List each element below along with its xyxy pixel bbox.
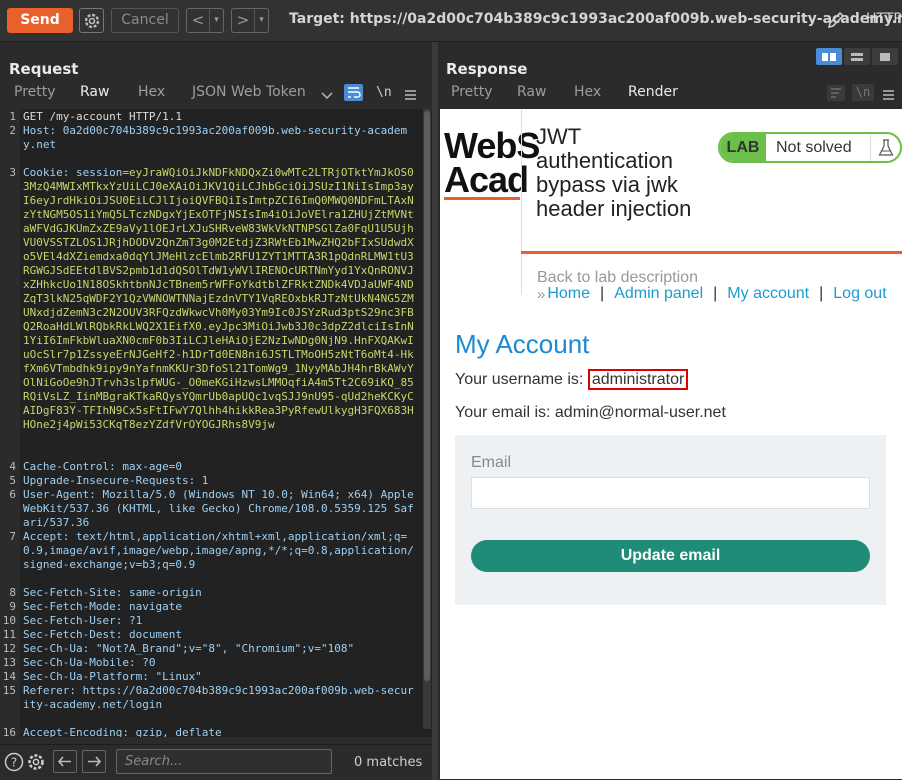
target-label: Target: https://0a2d00c704b389c9c1993ac2…	[289, 11, 902, 27]
settings-gear-icon[interactable]	[26, 752, 46, 776]
newline-toggle[interactable]: \n	[852, 84, 874, 101]
send-button[interactable]: Send	[7, 8, 73, 33]
editor-line: 5 Upgrade-Insecure-Requests: 1	[9, 474, 209, 487]
editor-line: 2 Host: 0a2d00c704b389c9c1993ac200af009b.…	[9, 124, 408, 151]
nav-admin-panel-link[interactable]: Admin panel	[614, 285, 703, 303]
lab-header: WebS Acad JWT authentication bypass via …	[440, 109, 902, 295]
edit-pencil-icon[interactable]	[826, 10, 846, 34]
editor-line: 7 Accept: text/html,application/xhtml+xml…	[9, 530, 414, 571]
editor-line: 9 Sec-Fetch-Mode: navigate	[9, 600, 182, 613]
nav-separator: |	[600, 285, 605, 302]
email-field[interactable]	[471, 477, 870, 509]
editor-line: 6 User-Agent: Mozilla/5.0 (Windows NT 10.…	[9, 488, 414, 529]
header-separator	[521, 109, 522, 295]
editor-line-cookie: 3 Cookie: session=eyJraWQiOiJkNDFkNDQxZi0…	[9, 166, 414, 431]
split-vertical-icon[interactable]	[844, 48, 870, 65]
logo-underline	[444, 197, 520, 200]
tab-hex[interactable]: Hex	[138, 84, 192, 106]
match-count: 0 matches	[354, 755, 423, 770]
editor-line: 16 Accept-Encoding: gzip, deflate	[2, 726, 222, 737]
forward-button[interactable]: >	[232, 9, 254, 32]
svg-text:?: ?	[11, 756, 17, 770]
editor-line: 12 Sec-Ch-Ua: "Not?A_Brand";v="8", "Chrom…	[2, 642, 355, 655]
layout-toggles	[816, 48, 898, 65]
next-match-button[interactable]	[82, 750, 106, 773]
response-tabs: Pretty Raw Hex Render	[451, 84, 702, 112]
update-email-button[interactable]: Update email	[471, 540, 870, 572]
chevron-down-icon[interactable]	[320, 87, 334, 106]
editor-line: 14 Sec-Ch-Ua-Platform: "Linux"	[2, 670, 202, 683]
editor-scrollbar[interactable]	[423, 109, 431, 729]
nav-separator: |	[713, 285, 718, 302]
back-dropdown-icon[interactable]: ▾	[209, 9, 223, 32]
double-chevron-icon: »	[537, 285, 546, 303]
wrap-toggle-icon[interactable]	[344, 84, 363, 101]
toolbar: Send Cancel < ▾ > ▾ Target: https://0a2d…	[0, 0, 902, 42]
email-line: Your email is: admin@normal-user.net	[455, 404, 726, 421]
search-bar: ? Search... 0 matches	[0, 744, 432, 780]
response-title: Response	[446, 60, 528, 78]
split-horizontal-icon[interactable]	[816, 48, 842, 65]
tab-hex[interactable]: Hex	[574, 84, 628, 106]
update-email-form: Email Update email	[455, 435, 886, 605]
nav-home-link[interactable]: Home	[547, 285, 590, 303]
request-tabs: Pretty Raw Hex JSON Web Token	[14, 84, 328, 112]
prev-match-button[interactable]	[53, 750, 77, 773]
newline-toggle[interactable]: \n	[376, 85, 392, 100]
help-icon[interactable]: ?	[4, 752, 24, 776]
username-value: administrator	[587, 369, 689, 390]
back-nav: < ▾	[186, 8, 224, 33]
back-button[interactable]: <	[187, 9, 209, 32]
tab-render[interactable]: Render	[614, 84, 702, 112]
forward-nav: > ▾	[231, 8, 269, 33]
menu-icon[interactable]	[882, 86, 895, 105]
request-editor[interactable]: 1 GET /my-account HTTP/1.1 2 Host: 0a2d00c…	[0, 109, 432, 737]
web-security-academy-logo: WebS Acad	[444, 125, 540, 200]
tab-pretty[interactable]: Pretty	[451, 84, 517, 106]
scrollbar-thumb[interactable]	[424, 111, 430, 681]
menu-icon[interactable]	[404, 86, 417, 105]
tab-raw[interactable]: Raw	[517, 84, 574, 106]
wrap-toggle-icon[interactable]	[827, 85, 845, 101]
page-title: My Account	[455, 329, 590, 359]
editor-line: 1 GET /my-account HTTP/1.1	[9, 110, 182, 123]
editor-line: 15 Referer: https://0a2d00c704b389c9c1993…	[2, 684, 414, 711]
lab-status: Not solved	[776, 139, 852, 156]
nav-separator: |	[819, 285, 824, 302]
header-accent-bar	[521, 251, 902, 254]
lab-title: JWT authentication bypass via jwk header…	[536, 124, 692, 221]
editor-line: 10 Sec-Fetch-User: ?1	[2, 614, 143, 627]
tab-raw[interactable]: Raw	[66, 84, 152, 112]
site-nav: » Home | Admin panel | My account | Log …	[537, 285, 887, 303]
single-pane-icon[interactable]	[872, 48, 898, 65]
nav-my-account-link[interactable]: My account	[727, 285, 809, 303]
nav-log-out-link[interactable]: Log out	[833, 285, 886, 303]
flask-icon	[870, 134, 900, 161]
rendered-page: WebS Acad JWT authentication bypass via …	[440, 109, 902, 779]
gear-icon[interactable]	[79, 8, 104, 33]
editor-line: 4 Cache-Control: max-age=0	[9, 460, 182, 473]
tab-pretty[interactable]: Pretty	[14, 84, 80, 106]
tab-json-web-token[interactable]: JSON Web Token	[192, 84, 328, 106]
response-pane: Response Pretty Raw Hex Render \n WebS A…	[438, 42, 902, 780]
request-pane: Request Pretty Raw Hex JSON Web Token \n…	[0, 42, 432, 744]
lab-label: LAB	[720, 134, 766, 161]
editor-line: 8 Sec-Fetch-Site: same-origin	[9, 586, 202, 599]
http-label[interactable]: HTTP	[866, 11, 902, 27]
editor-line: 13 Sec-Ch-Ua-Mobile: ?0	[2, 656, 156, 669]
username-line: Your username is: administrator	[455, 369, 689, 390]
editor-line: 11 Sec-Fetch-Dest: document	[2, 628, 182, 641]
lab-status-badge: LAB Not solved	[718, 132, 902, 163]
forward-dropdown-icon[interactable]: ▾	[254, 9, 268, 32]
cancel-button[interactable]: Cancel	[111, 8, 179, 33]
request-title: Request	[9, 60, 79, 78]
search-input[interactable]: Search...	[116, 749, 332, 774]
email-label: Email	[471, 454, 512, 471]
